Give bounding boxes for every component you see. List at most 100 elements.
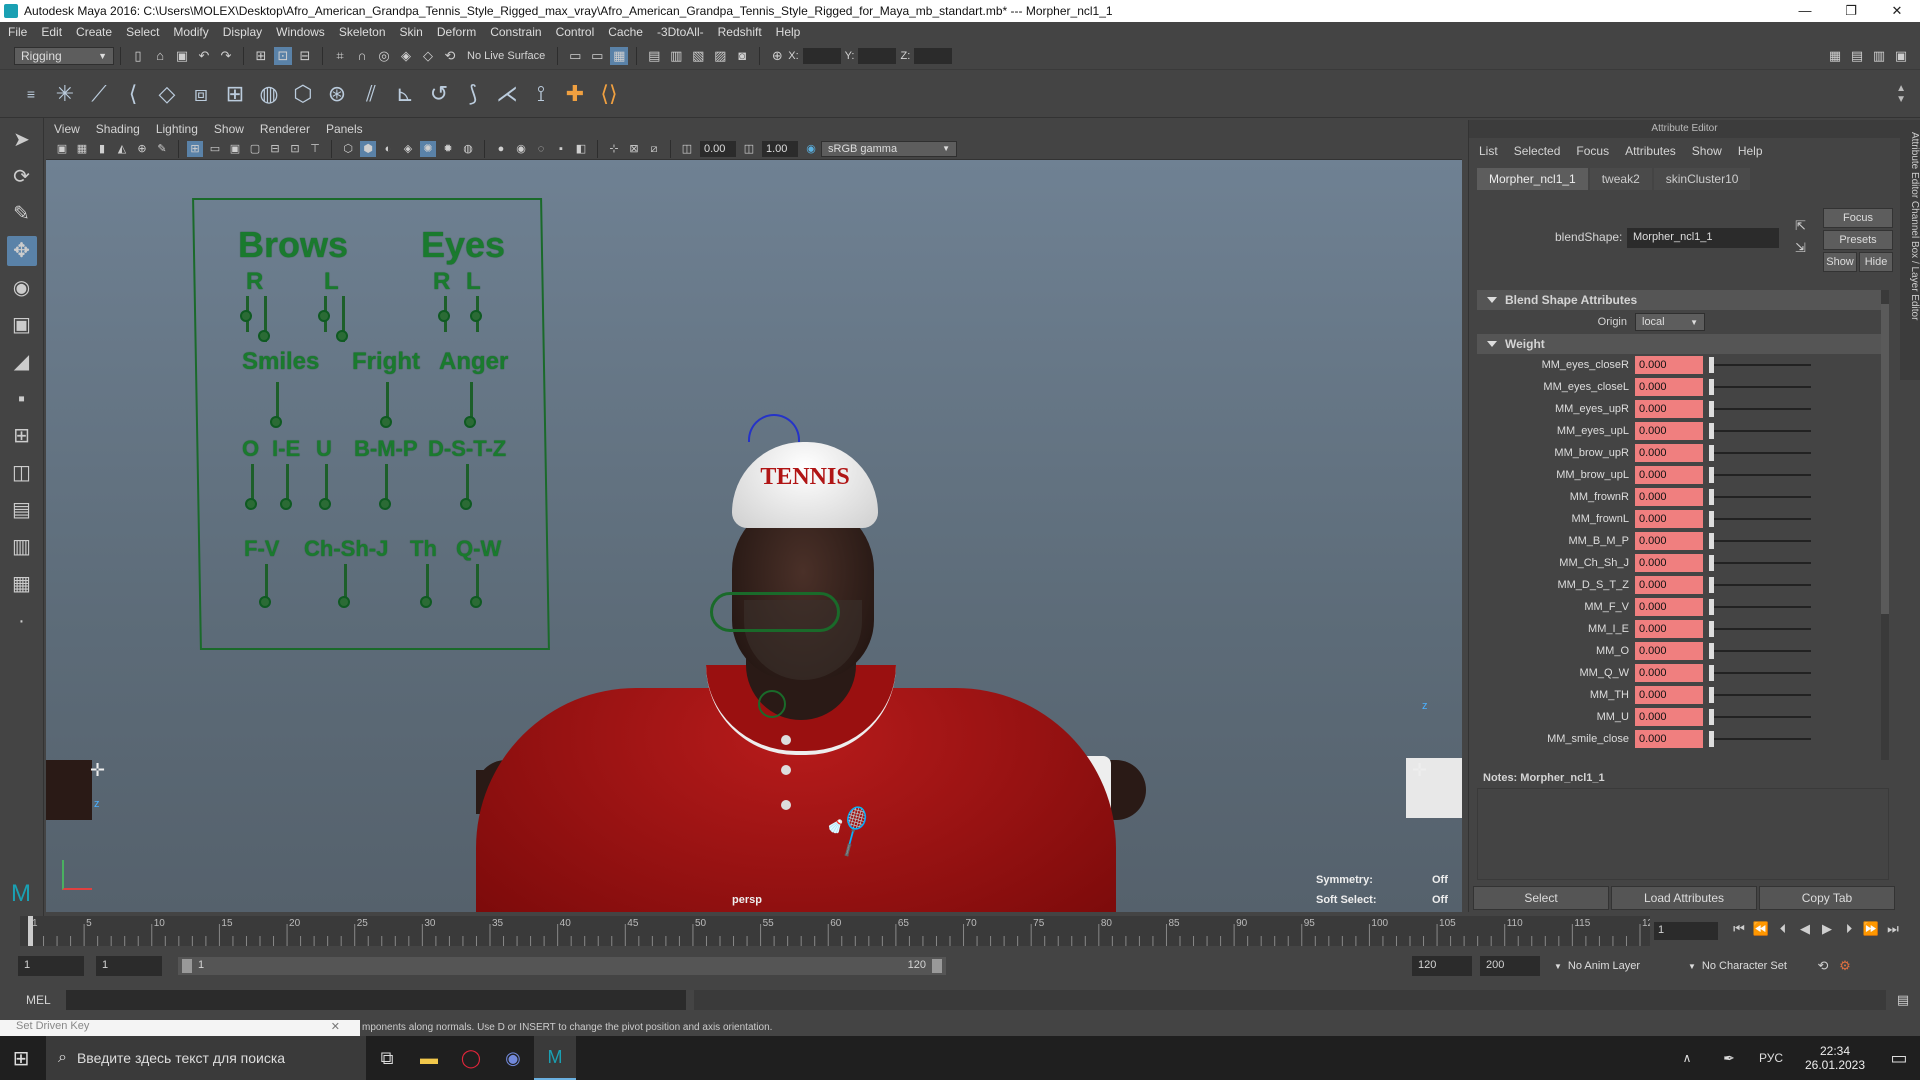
jaw-control-curve[interactable] <box>710 592 840 632</box>
animation-prefs-icon[interactable]: ⚙ <box>1836 957 1854 975</box>
weight-section[interactable]: Weight <box>1477 334 1887 354</box>
weight-value-field[interactable]: 0.000 <box>1635 554 1703 572</box>
gate-mask-icon[interactable]: ▢ <box>247 141 263 157</box>
menu-modify[interactable]: Modify <box>173 25 208 39</box>
load-attributes-button[interactable]: Load Attributes <box>1611 886 1757 910</box>
modeling-toolkit-icon[interactable]: ▦ <box>1826 47 1844 65</box>
weight-slider[interactable] <box>1709 489 1811 505</box>
vp-menu-panels[interactable]: Panels <box>326 122 363 136</box>
step-back-frame-icon[interactable]: ⏴ <box>1774 920 1792 938</box>
snap-curve-icon[interactable]: ∩ <box>353 47 371 65</box>
weight-slider[interactable] <box>1709 445 1811 461</box>
hypershade-icon[interactable]: ◙ <box>733 47 751 65</box>
tab-morpher[interactable]: Morpher_ncl1_1 <box>1477 168 1588 190</box>
menu-deform[interactable]: Deform <box>437 25 476 39</box>
go-to-end-icon[interactable]: ⏭ <box>1884 920 1902 938</box>
brow-l-up-control[interactable] <box>318 310 330 322</box>
presets-button[interactable]: Presets <box>1823 230 1893 250</box>
animation-start-field[interactable]: 1 <box>18 956 84 976</box>
ae-menu-list[interactable]: List <box>1479 144 1498 158</box>
perspective-viewport[interactable]: Brows Eyes R L R L Smiles Fright Anger O… <box>46 160 1462 912</box>
ik-handle-icon[interactable]: ⟋ <box>84 79 114 109</box>
menu-file[interactable]: File <box>8 25 27 39</box>
maximize-button[interactable]: ❐ <box>1828 3 1874 19</box>
menu-3dtoall[interactable]: -3DtoAll- <box>657 25 704 39</box>
weight-slider[interactable] <box>1709 731 1811 747</box>
menu-control[interactable]: Control <box>556 25 595 39</box>
menu-skeleton[interactable]: Skeleton <box>339 25 386 39</box>
weight-slider[interactable] <box>1709 643 1811 659</box>
script-editor-icon[interactable]: ▤ <box>1894 991 1912 1009</box>
show-button[interactable]: Show <box>1823 252 1857 272</box>
input-ops-icon[interactable]: ▭ <box>566 47 584 65</box>
eye-l-control[interactable] <box>470 310 482 322</box>
menu-display[interactable]: Display <box>223 25 262 39</box>
tab-skincluster10[interactable]: skinCluster10 <box>1653 168 1751 190</box>
transform-mode-icon[interactable]: ⊕ <box>768 47 786 65</box>
menu-constrain[interactable]: Constrain <box>490 25 541 39</box>
menu-redshift[interactable]: Redshift <box>718 25 762 39</box>
ik-spline-icon[interactable]: ⟨ <box>118 79 148 109</box>
undo-icon[interactable]: ↶ <box>195 47 213 65</box>
ambient-occlusion-icon[interactable]: ◍ <box>460 141 476 157</box>
menu-edit[interactable]: Edit <box>41 25 62 39</box>
menu-create[interactable]: Create <box>76 25 112 39</box>
weight-slider[interactable] <box>1709 357 1811 373</box>
brow-l-frown-control[interactable] <box>336 330 348 342</box>
cluster-icon[interactable]: ⊞ <box>220 79 250 109</box>
play-back-icon[interactable]: ◀ <box>1796 920 1814 938</box>
weight-value-field[interactable]: 0.000 <box>1635 664 1703 682</box>
safe-title-icon[interactable]: ⊤ <box>307 141 323 157</box>
field-chart-icon[interactable]: ⊟ <box>267 141 283 157</box>
blend-shape-icon[interactable]: ⊛ <box>322 79 352 109</box>
point-constraint-icon[interactable]: ⫽ <box>356 79 386 109</box>
scale-tool-icon[interactable]: ▣ <box>7 310 37 340</box>
o-control[interactable] <box>245 498 257 510</box>
u-control[interactable] <box>319 498 331 510</box>
node-output-icon[interactable]: ⇲ <box>1795 240 1806 256</box>
weight-value-field[interactable]: 0.000 <box>1635 730 1703 748</box>
vp-menu-view[interactable]: View <box>54 122 80 136</box>
menu-select[interactable]: Select <box>126 25 159 39</box>
focus-button[interactable]: Focus <box>1823 208 1893 228</box>
far-clip-icon[interactable]: ◫ <box>741 141 757 157</box>
notes-textarea[interactable] <box>1477 788 1889 880</box>
near-clip-field[interactable]: 0.00 <box>700 140 736 157</box>
weight-slider[interactable] <box>1709 467 1811 483</box>
z-field[interactable] <box>914 47 953 64</box>
render-frame-icon[interactable]: ▥ <box>667 47 685 65</box>
menu-windows[interactable]: Windows <box>276 25 325 39</box>
snap-surface-icon[interactable]: ◇ <box>419 47 437 65</box>
joint-tool-icon[interactable]: ✳ <box>50 79 80 109</box>
tool-settings-icon[interactable]: ▥ <box>1870 47 1888 65</box>
weight-slider[interactable] <box>1709 379 1811 395</box>
select-component-icon[interactable]: ⊟ <box>296 47 314 65</box>
aim-constraint-icon[interactable]: ⊾ <box>390 79 420 109</box>
step-forward-frame-icon[interactable]: ⏵ <box>1840 920 1858 938</box>
weight-value-field[interactable]: 0.000 <box>1635 510 1703 528</box>
construction-history-icon[interactable]: ▦ <box>610 46 629 65</box>
weight-value-field[interactable]: 0.000 <box>1635 576 1703 594</box>
bookmark-icon[interactable]: ▮ <box>94 141 110 157</box>
orient-constraint-icon[interactable]: ↺ <box>424 79 454 109</box>
lasso-tool-icon[interactable]: ⟳ <box>7 162 37 192</box>
motion-blur-icon[interactable]: ● <box>493 141 509 157</box>
xray-components-icon[interactable]: ⊠ <box>626 141 642 157</box>
vp-menu-lighting[interactable]: Lighting <box>156 122 198 136</box>
weight-value-field[interactable]: 0.000 <box>1635 444 1703 462</box>
hide-button[interactable]: Hide <box>1859 252 1893 272</box>
time-slider[interactable]: 1 5 10 15 20 25 30 35 40 45 50 55 60 65 70 75 80 85 90 95 10… <box>20 916 1659 946</box>
auto-key-icon[interactable]: ⟲ <box>1814 957 1832 975</box>
open-scene-icon[interactable]: ⌂ <box>151 47 169 65</box>
snap-point-icon[interactable]: ◎ <box>375 47 393 65</box>
weight-value-field[interactable]: 0.000 <box>1635 422 1703 440</box>
anger-control[interactable] <box>464 416 476 428</box>
weight-value-field[interactable]: 0.000 <box>1635 400 1703 418</box>
step-back-key-icon[interactable]: ⏪ <box>1752 920 1770 938</box>
layout-four-icon[interactable]: ⊞ <box>7 421 37 451</box>
windows-start-icon[interactable]: ⊞ <box>0 1036 42 1080</box>
menuset-dropdown[interactable]: Rigging ▼ <box>14 46 114 65</box>
chshj-control[interactable] <box>338 596 350 608</box>
discord-icon[interactable]: ◉ <box>492 1036 534 1080</box>
near-clip-icon[interactable]: ◫ <box>679 141 695 157</box>
